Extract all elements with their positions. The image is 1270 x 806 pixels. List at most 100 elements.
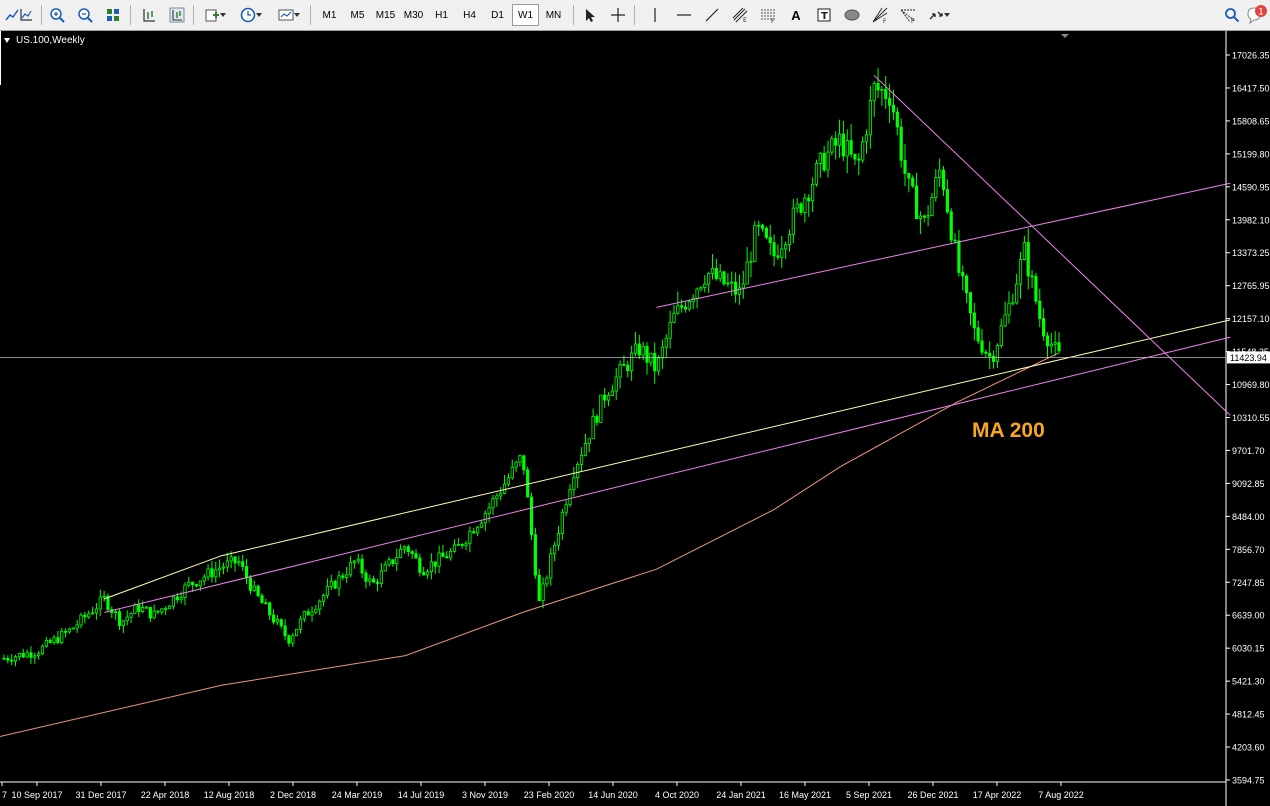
chart-axis-icon[interactable] — [14, 4, 38, 26]
candle-body — [818, 152, 822, 164]
candle-body — [637, 343, 641, 356]
candle-body — [287, 635, 291, 644]
candle-body — [506, 477, 511, 485]
candle-body — [938, 169, 942, 178]
candle-body — [988, 352, 992, 357]
search-icon[interactable] — [1220, 4, 1244, 26]
timeframe-mn-button[interactable]: MN — [540, 4, 567, 26]
candle-body — [572, 477, 576, 491]
candle-body — [822, 152, 826, 171]
timeframe-m1-button[interactable]: M1 — [316, 4, 343, 26]
tile-windows-icon[interactable] — [101, 4, 125, 26]
text-icon[interactable]: A — [784, 4, 808, 26]
timeframe-m5-button[interactable]: M5 — [344, 4, 371, 26]
notifications-icon[interactable]: 1 — [1244, 4, 1268, 26]
chart-window[interactable]: 17026.35 16417.50 15808.65 15199.80 14590.95… — [0, 31, 1270, 806]
candle-body — [83, 614, 87, 618]
candle-body — [553, 544, 557, 555]
cursor-icon[interactable] — [578, 4, 602, 26]
candle-body — [995, 345, 1000, 362]
trendline-pink-support — [104, 336, 1231, 613]
timeframe-h4-button[interactable]: H4 — [456, 4, 483, 26]
candle-body — [683, 306, 688, 310]
candle-body — [167, 605, 172, 609]
crosshair-icon[interactable] — [606, 4, 630, 26]
zoom-out-icon[interactable] — [73, 4, 97, 26]
fibo-fan-icon[interactable]: F — [896, 4, 920, 26]
candle-body — [726, 282, 730, 285]
candle-body — [514, 461, 518, 468]
candle-body — [445, 556, 449, 559]
candle-body — [710, 267, 715, 274]
price-chart[interactable]: 17026.35 16417.50 15808.65 15199.80 14590.95… — [0, 31, 1270, 806]
text-label-icon[interactable]: T — [812, 4, 836, 26]
bid-price-text: 11423.94 — [1230, 353, 1267, 363]
candle-body — [1042, 318, 1046, 337]
candle-body — [795, 203, 799, 209]
chart-shift-icon[interactable] — [137, 4, 161, 26]
price-axis-label: 4203.60 — [1232, 743, 1265, 753]
autoscroll-icon[interactable] — [165, 4, 189, 26]
candle-body — [526, 469, 530, 498]
ellipse-icon[interactable] — [840, 4, 864, 26]
time-axis-label: 24 Jan 2021 — [716, 790, 766, 800]
time-axis-label: 23 Feb 2020 — [524, 790, 575, 800]
candle-body — [999, 325, 1003, 346]
vertical-line-icon[interactable] — [643, 4, 667, 26]
candle-body — [834, 138, 838, 146]
timeframe-m30-button[interactable]: M30 — [400, 4, 427, 26]
horizontal-line-icon[interactable] — [672, 4, 696, 26]
candle-body — [614, 376, 618, 392]
timeframe-w1-button[interactable]: W1 — [512, 4, 539, 26]
arrows-icon[interactable] — [924, 4, 954, 26]
equidistant-channel-icon[interactable]: E — [728, 4, 752, 26]
candle-body — [495, 495, 499, 500]
candle-body — [568, 489, 572, 506]
candle-body — [968, 292, 973, 314]
candle-body — [141, 607, 145, 612]
candle-body — [10, 659, 14, 662]
clock-icon[interactable] — [236, 4, 266, 26]
candle-body — [672, 312, 676, 323]
zoom-in-icon[interactable] — [45, 4, 69, 26]
candle-body — [502, 483, 507, 494]
candle-body — [1015, 283, 1019, 304]
trendline-icon[interactable] — [700, 4, 724, 26]
candle-body — [375, 581, 380, 584]
time-axis-label: 10 Sep 2017 — [11, 790, 62, 800]
candle-body — [576, 464, 580, 479]
gann-fan-icon[interactable]: F — [868, 4, 892, 26]
candle-body — [522, 455, 526, 471]
chart-menu-icon[interactable] — [4, 38, 10, 43]
timeframe-h1-button[interactable]: H1 — [428, 4, 455, 26]
candle-body — [837, 133, 842, 146]
candle-body — [888, 98, 892, 106]
candle-body — [830, 138, 834, 153]
ma-200-line — [0, 352, 1059, 737]
templates-icon[interactable] — [274, 4, 304, 26]
candle-body — [660, 346, 665, 359]
candle-body — [645, 345, 649, 363]
candle-body — [452, 544, 457, 552]
candle-body — [310, 611, 314, 616]
timeframe-d1-button[interactable]: D1 — [484, 4, 511, 26]
candle-body — [422, 571, 426, 576]
candle-body — [321, 594, 326, 602]
timeframe-m15-button[interactable]: M15 — [372, 4, 399, 26]
fibonacci-icon[interactable]: F — [756, 4, 780, 26]
candle-body — [352, 560, 356, 563]
svg-text:E: E — [743, 17, 747, 23]
candle-body — [668, 322, 672, 339]
candle-body — [198, 580, 202, 587]
price-axis-label: 3594.75 — [1232, 776, 1265, 786]
candle-body — [757, 224, 761, 227]
candle-body — [260, 595, 264, 604]
candle-body — [1057, 342, 1061, 352]
price-axis-label: 9701.70 — [1232, 446, 1265, 456]
candle-body — [279, 619, 283, 627]
price-axis-label: 15199.80 — [1232, 149, 1270, 159]
candle-body — [117, 611, 122, 626]
time-axis-label: 14 Jun 2020 — [588, 790, 638, 800]
candle-body — [229, 556, 233, 562]
new-order-icon[interactable] — [200, 4, 230, 26]
